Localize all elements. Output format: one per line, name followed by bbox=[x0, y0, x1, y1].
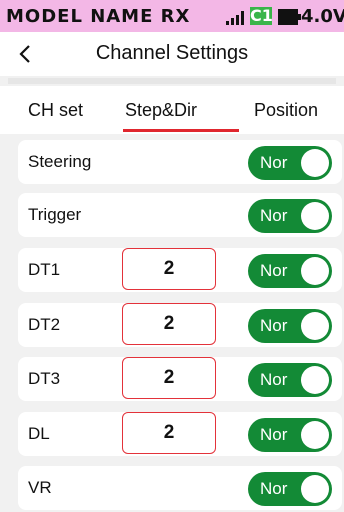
model-name: MODEL NAME RX bbox=[6, 6, 191, 27]
toggle-label: Nor bbox=[260, 479, 288, 498]
step-value-box[interactable]: 2 bbox=[122, 357, 216, 399]
direction-toggle[interactable]: Nor bbox=[248, 363, 332, 397]
channel-row-dt2: DT2 2 Nor bbox=[18, 303, 342, 347]
toggle-knob bbox=[301, 366, 329, 394]
tab-ch-set[interactable]: CH set bbox=[28, 100, 83, 121]
toggle-knob bbox=[301, 149, 329, 177]
title-bar: Channel Settings bbox=[0, 32, 344, 76]
channel-row-trigger: Trigger Nor bbox=[18, 193, 342, 237]
row-label: DL bbox=[28, 424, 50, 443]
toggle-knob bbox=[301, 257, 329, 285]
battery-icon bbox=[278, 9, 301, 25]
row-label: Steering bbox=[28, 152, 92, 171]
step-value-box[interactable]: 2 bbox=[122, 303, 216, 345]
status-bar: MODEL NAME RX C1 4.0V bbox=[0, 0, 344, 32]
channel-badge: C1 bbox=[250, 6, 273, 25]
page-title: Channel Settings bbox=[95, 42, 249, 64]
signal-icon bbox=[226, 11, 244, 25]
row-label: DT1 bbox=[28, 260, 61, 279]
toggle-knob bbox=[301, 475, 329, 503]
direction-toggle[interactable]: Nor bbox=[248, 254, 332, 288]
toggle-knob bbox=[301, 312, 329, 340]
direction-toggle[interactable]: Nor bbox=[248, 418, 332, 452]
step-value-box[interactable]: 2 bbox=[122, 248, 216, 290]
active-tab-indicator bbox=[123, 129, 239, 132]
row-label: Trigger bbox=[28, 205, 82, 224]
row-label: DT3 bbox=[28, 369, 61, 388]
direction-toggle[interactable]: Nor bbox=[248, 472, 332, 506]
toggle-label: Nor bbox=[260, 153, 288, 172]
row-label: DT2 bbox=[28, 315, 61, 334]
channel-row-steering: Steering Nor bbox=[18, 140, 342, 184]
toggle-label: Nor bbox=[260, 206, 288, 225]
row-label: VR bbox=[28, 478, 52, 497]
direction-toggle[interactable]: Nor bbox=[248, 199, 332, 233]
toggle-knob bbox=[301, 202, 329, 230]
toggle-label: Nor bbox=[260, 425, 288, 444]
tab-step-dir[interactable]: Step&Dir bbox=[125, 100, 197, 121]
toggle-label: Nor bbox=[260, 261, 288, 280]
step-value-box[interactable]: 2 bbox=[122, 412, 216, 454]
header-divider bbox=[8, 78, 336, 84]
channel-row-vr: VR Nor bbox=[18, 466, 342, 510]
channel-row-dt3: DT3 2 Nor bbox=[18, 357, 342, 401]
tab-bar: CH set Step&Dir Position bbox=[0, 86, 344, 134]
voltage-readout: 4.0V bbox=[301, 6, 344, 27]
tab-position[interactable]: Position bbox=[254, 100, 318, 121]
toggle-knob bbox=[301, 421, 329, 449]
channel-row-dl: DL 2 Nor bbox=[18, 412, 342, 456]
direction-toggle[interactable]: Nor bbox=[248, 146, 332, 180]
toggle-label: Nor bbox=[260, 370, 288, 389]
direction-toggle[interactable]: Nor bbox=[248, 309, 332, 343]
toggle-label: Nor bbox=[260, 316, 288, 335]
channel-row-dt1: DT1 2 Nor bbox=[18, 248, 342, 292]
